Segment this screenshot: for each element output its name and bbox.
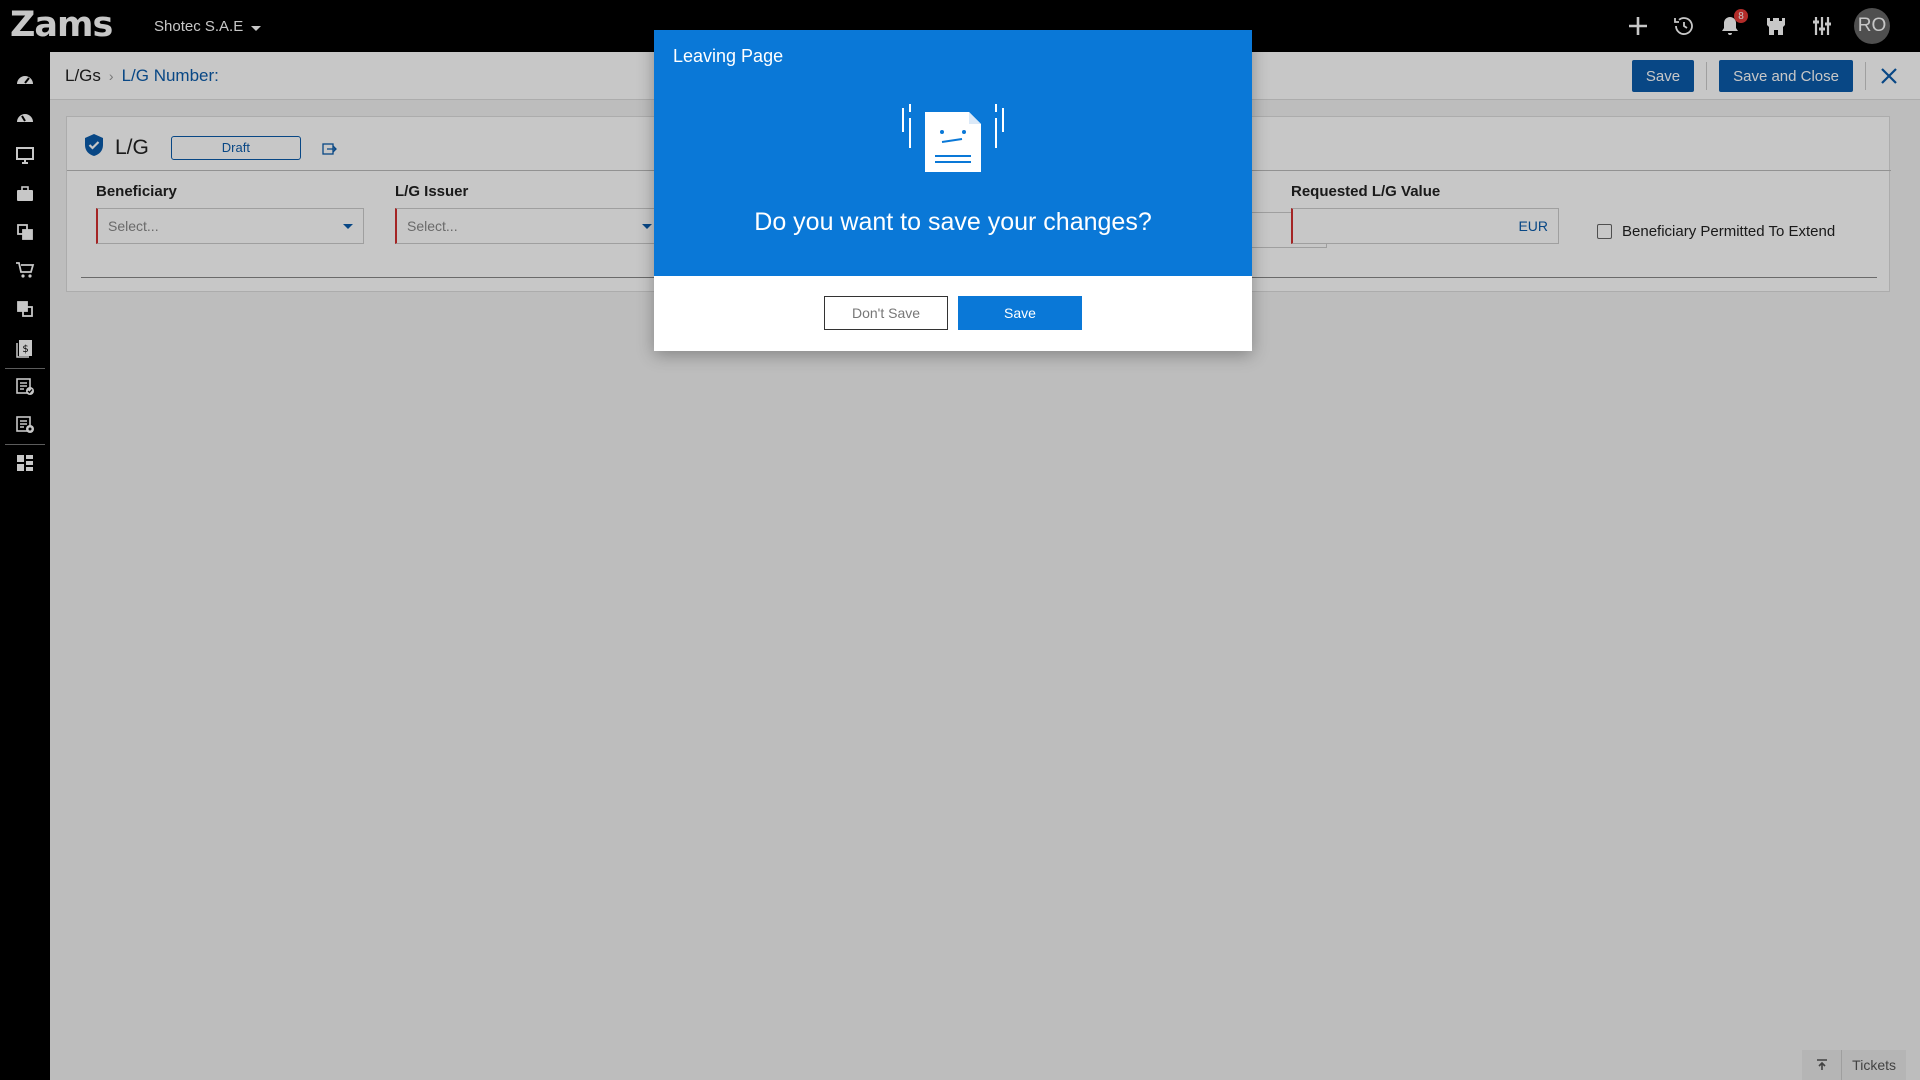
dialog-question: Do you want to save your changes? bbox=[754, 208, 1152, 236]
dont-save-button[interactable]: Don't Save bbox=[824, 296, 948, 330]
document-illustration-icon bbox=[898, 100, 1008, 180]
dialog-title: Leaving Page bbox=[673, 46, 784, 66]
dialog-header: Leaving Page Do you want to save your ch… bbox=[654, 30, 1252, 276]
dialog-actions: Don't Save Save bbox=[654, 296, 1252, 330]
dialog-save-button[interactable]: Save bbox=[958, 296, 1082, 330]
leaving-page-dialog: Leaving Page Do you want to save your ch… bbox=[654, 30, 1252, 351]
